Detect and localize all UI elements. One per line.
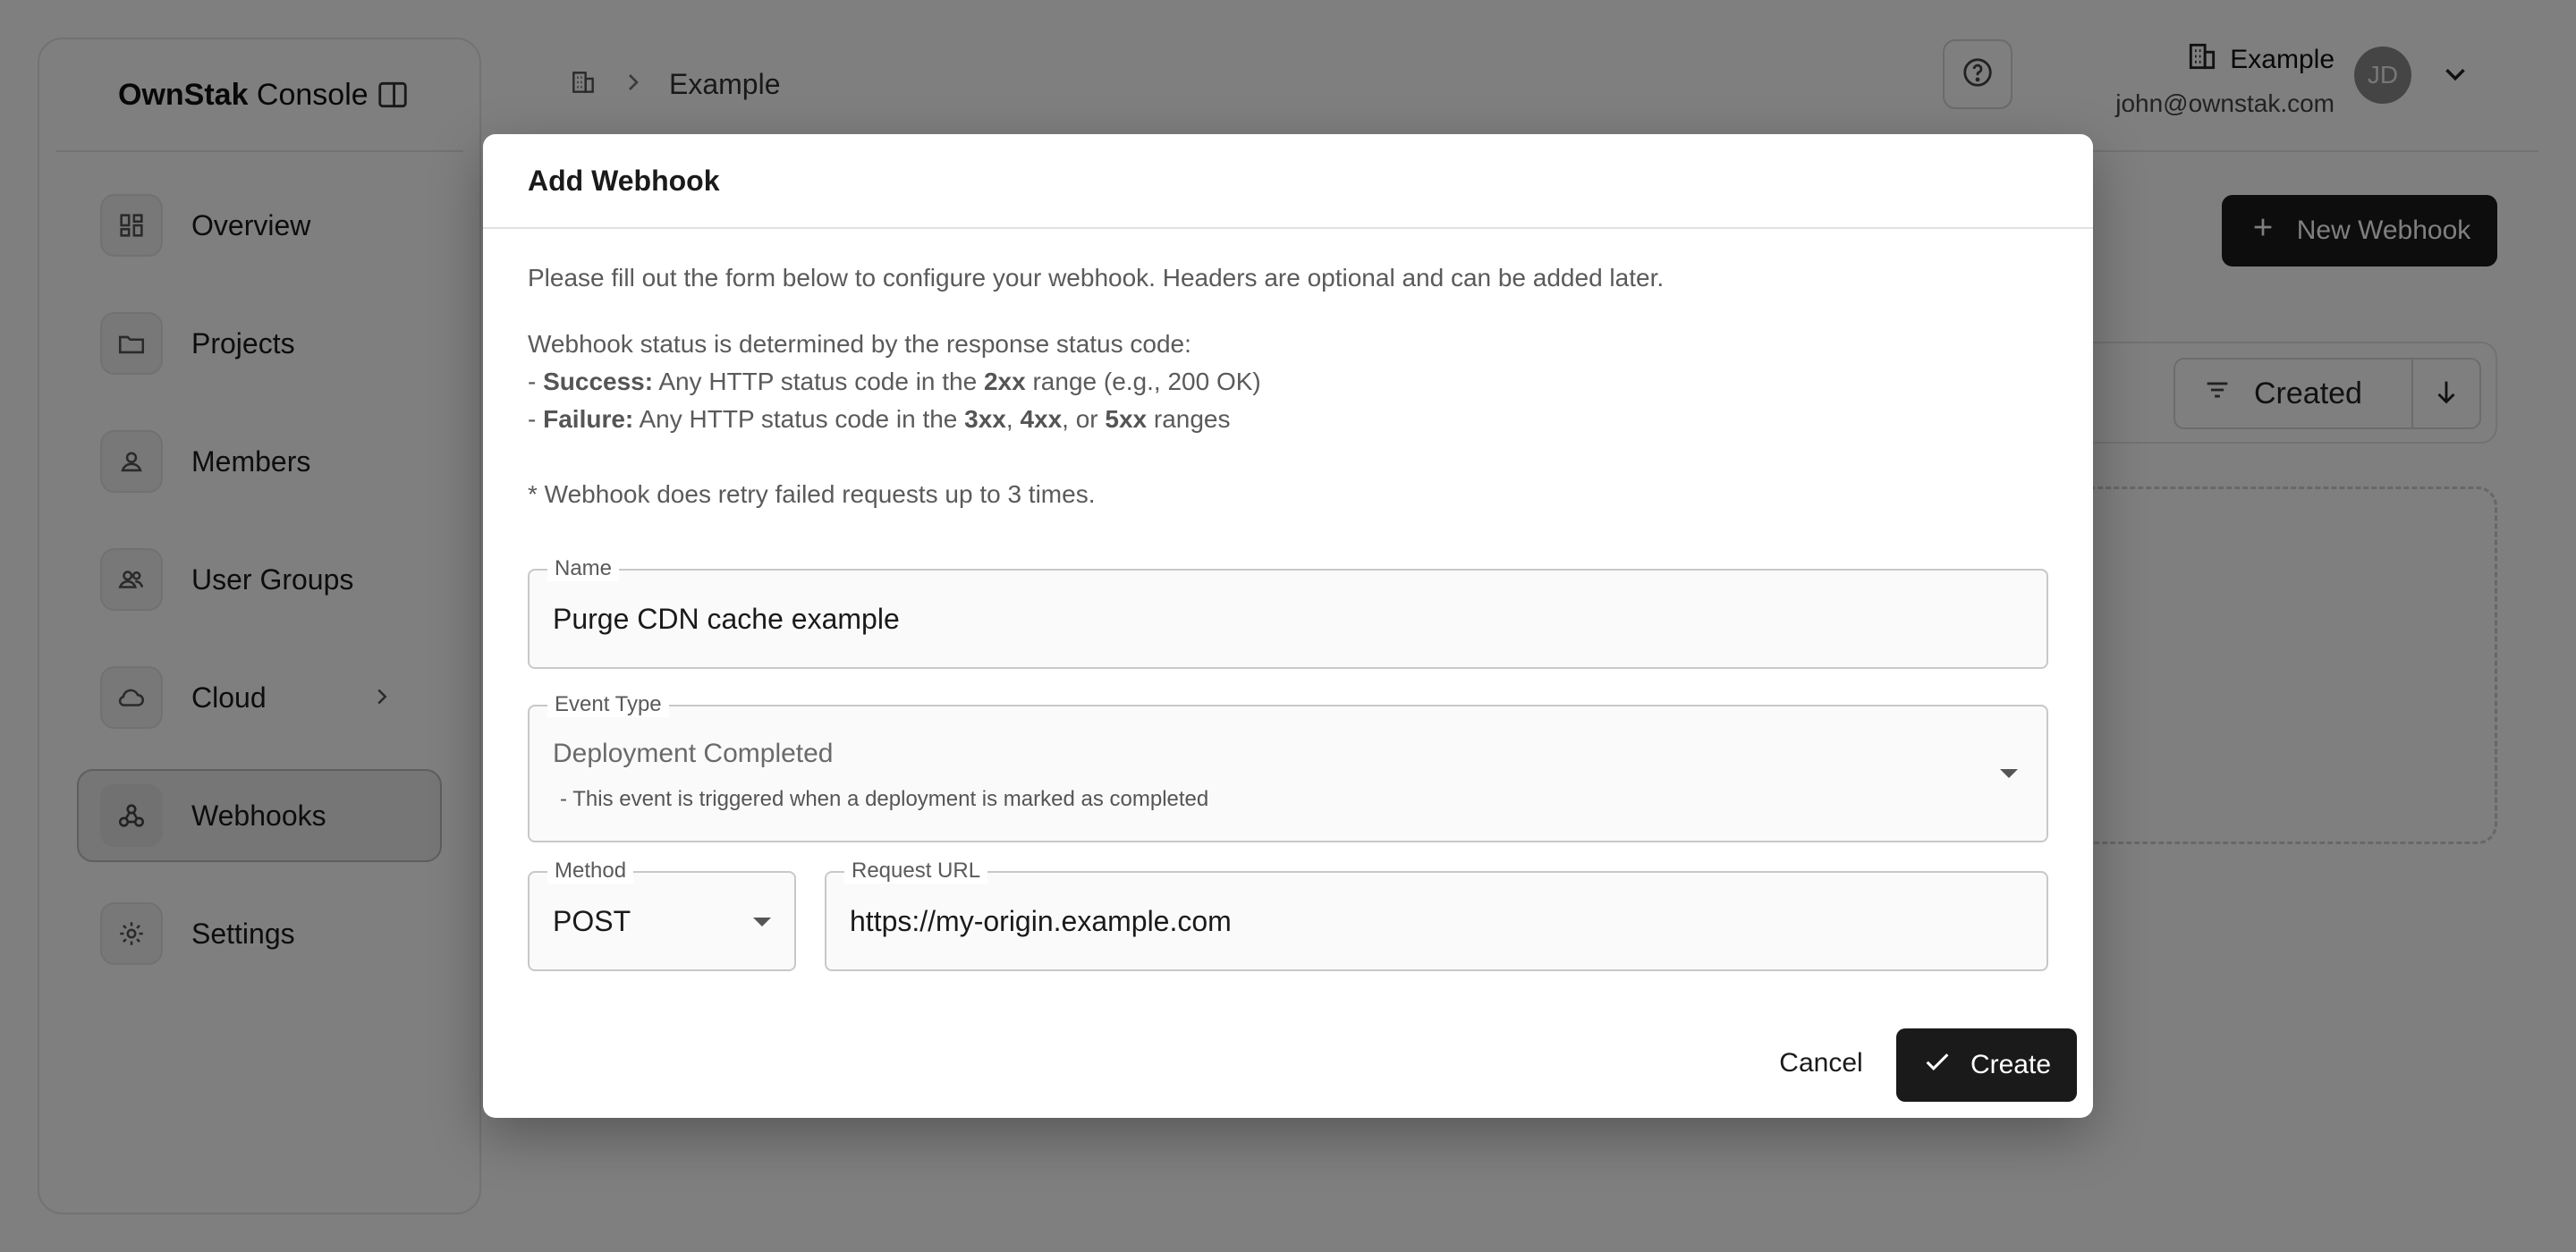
cancel-button[interactable]: Cancel: [1762, 1030, 1880, 1096]
failure-text-a: Any HTTP status code in the: [633, 405, 965, 433]
create-button[interactable]: Create: [1896, 1028, 2077, 1102]
failure-label: Failure:: [543, 405, 634, 433]
success-code: 2xx: [983, 368, 1026, 395]
dialog-title: Add Webhook: [483, 134, 2093, 229]
request-url-field[interactable]: Request URL https://my-origin.example.co…: [825, 859, 2048, 971]
event-type-description: - This event is triggered when a deploym…: [560, 787, 1209, 811]
name-input[interactable]: Purge CDN cache example: [553, 603, 900, 636]
request-url-input[interactable]: https://my-origin.example.com: [850, 905, 1232, 938]
failure-code-5xx: 5xx: [1105, 405, 1148, 433]
status-rules: Webhook status is determined by the resp…: [528, 326, 2048, 438]
intro-text: Please fill out the form below to config…: [528, 264, 1665, 292]
name-field[interactable]: Name Purge CDN cache example: [528, 556, 2048, 669]
retry-note: * Webhook does retry failed requests up …: [528, 480, 1096, 508]
method-value: POST: [553, 905, 631, 937]
success-rule: - Success: Any HTTP status code in the 2…: [528, 363, 2048, 401]
caret-down-icon: [753, 918, 771, 926]
method-select[interactable]: Method POST: [528, 859, 796, 971]
caret-down-icon: [2000, 769, 2018, 778]
add-webhook-dialog: Add Webhook Please fill out the form bel…: [483, 134, 2093, 1118]
success-text-b: range (e.g., 200 OK): [1025, 368, 1261, 395]
method-label: Method: [547, 859, 634, 884]
event-type-label: Event Type: [547, 692, 669, 717]
status-heading: Webhook status is determined by the resp…: [528, 330, 1191, 358]
dialog-description: Please fill out the form below to config…: [483, 229, 2093, 513]
success-label: Success:: [543, 368, 654, 395]
failure-code-4xx: 4xx: [1020, 405, 1063, 433]
failure-sep: , or: [1062, 405, 1106, 433]
name-label: Name: [547, 556, 620, 581]
success-prefix: -: [528, 368, 544, 395]
success-text-a: Any HTTP status code in the: [653, 368, 984, 395]
failure-rule: - Failure: Any HTTP status code in the 3…: [528, 401, 2048, 438]
create-label: Create: [1970, 1050, 2052, 1079]
failure-sep: ,: [1005, 405, 1021, 433]
request-url-label: Request URL: [844, 859, 988, 884]
failure-text-b: ranges: [1147, 405, 1231, 433]
event-type-value: Deployment Completed: [553, 739, 834, 768]
event-type-select[interactable]: Event Type Deployment Completed - This e…: [528, 692, 2048, 842]
check-icon: [1922, 1046, 1953, 1084]
failure-code-3xx: 3xx: [964, 405, 1006, 433]
failure-prefix: -: [528, 405, 544, 433]
